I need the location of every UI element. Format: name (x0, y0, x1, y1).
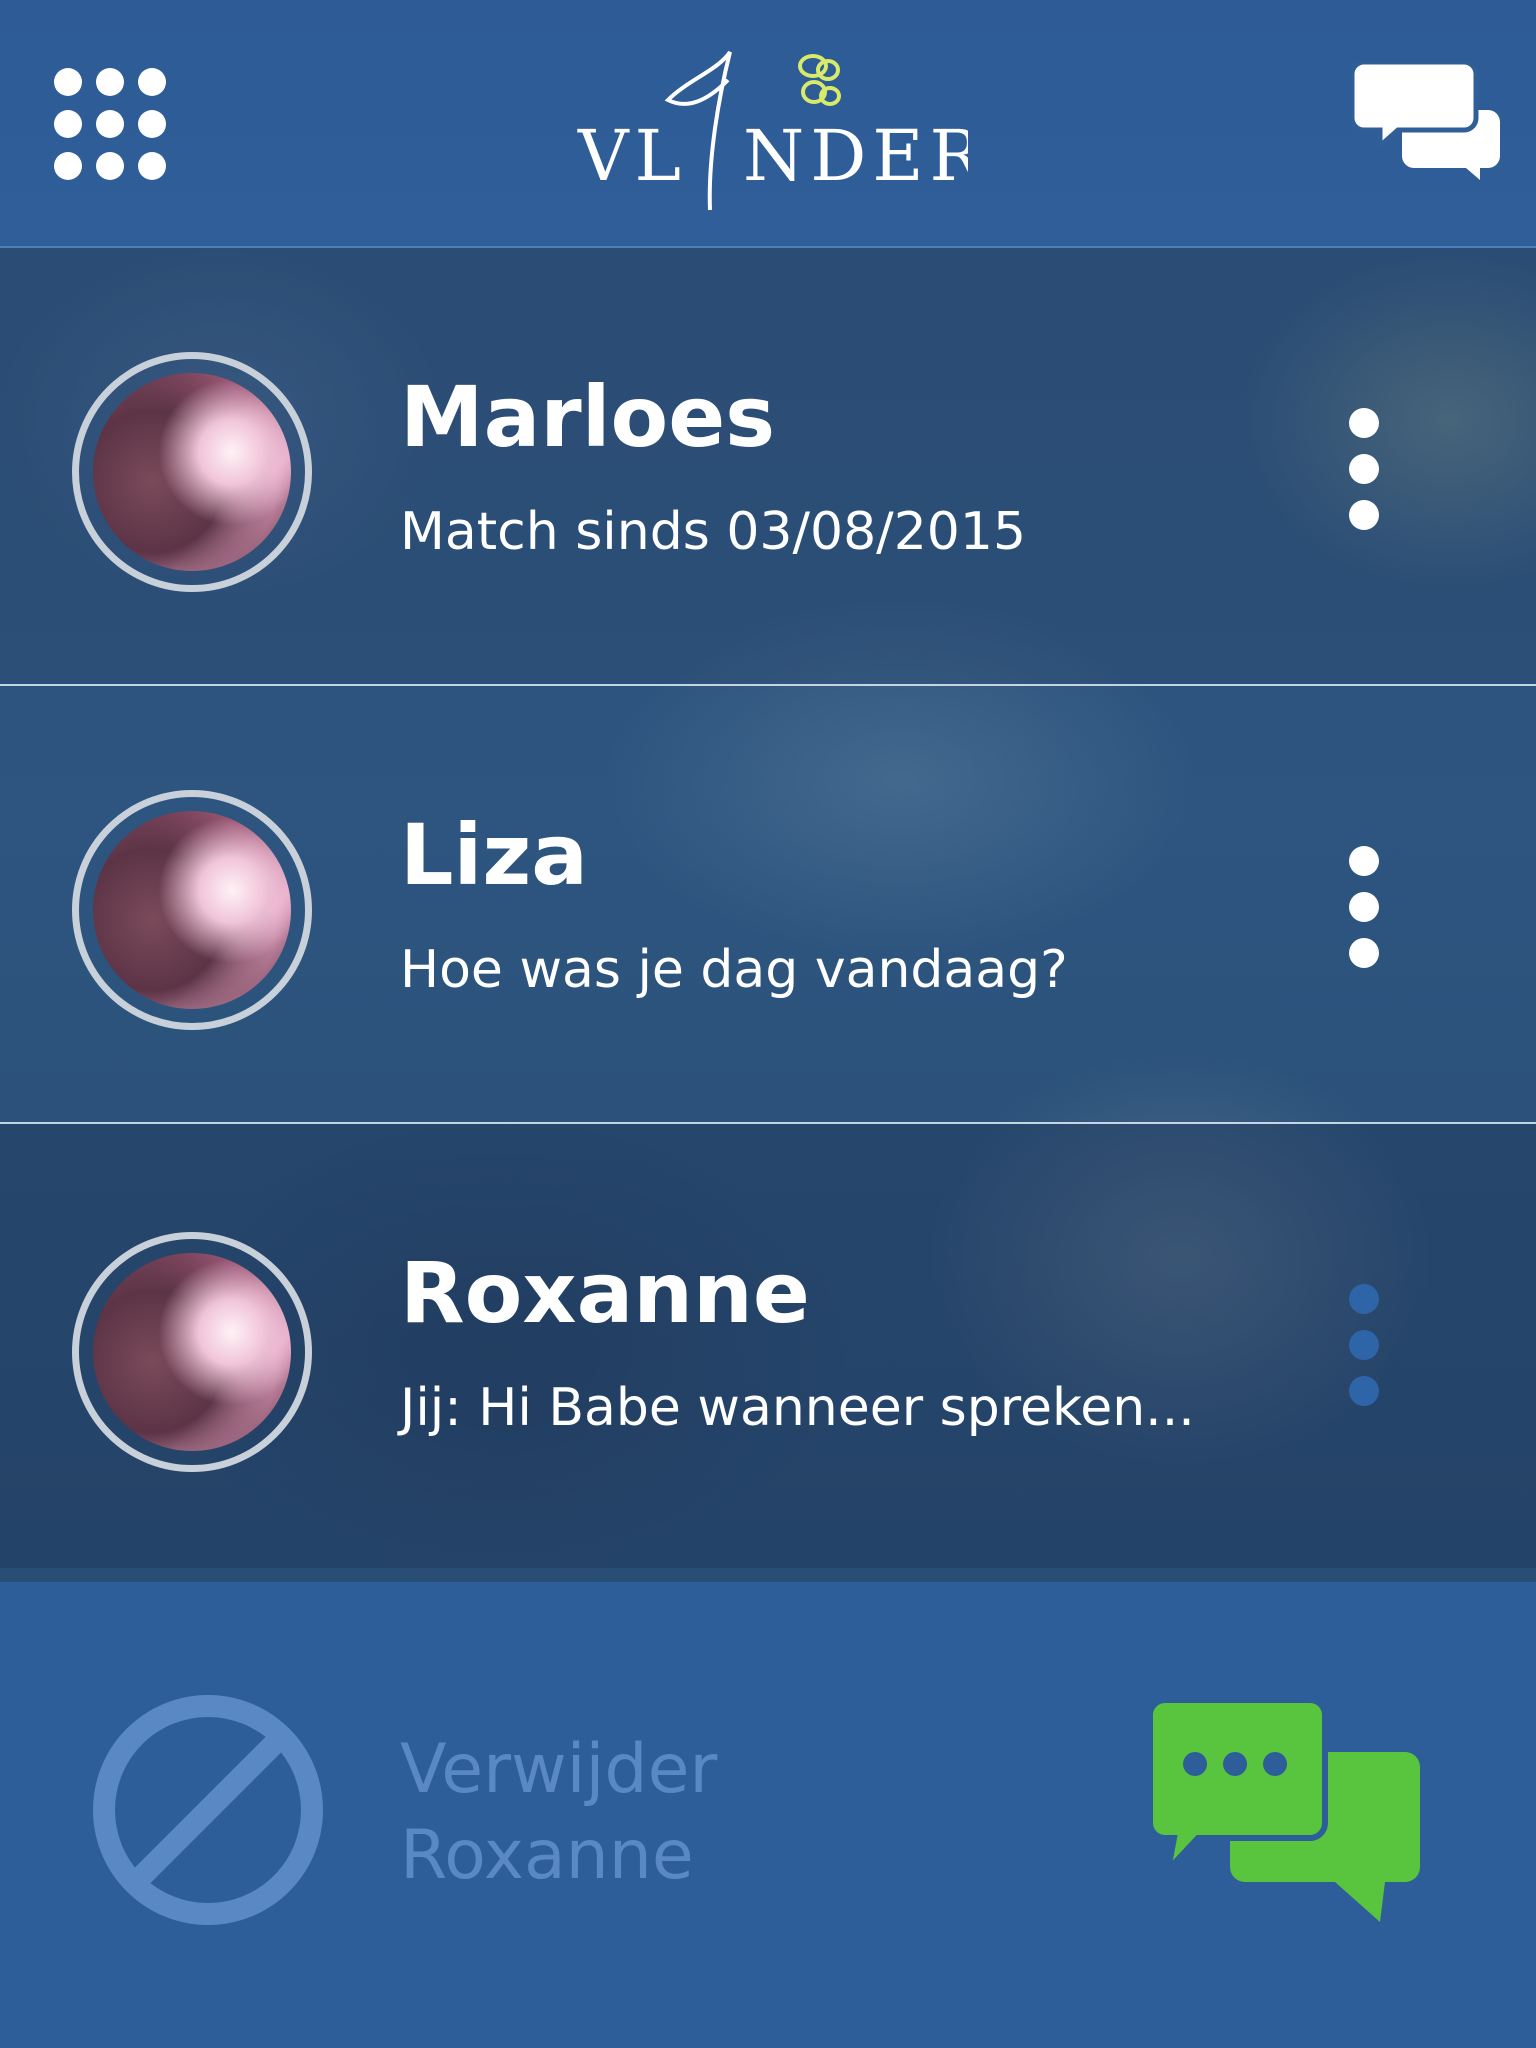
match-subtitle: Match sinds 03/08/2015 (400, 502, 1027, 562)
grid-menu-icon[interactable] (50, 64, 170, 184)
screen: VL NDER Marloes Match sinds 03/08/2015 L… (0, 0, 1536, 2048)
match-action-bar: Verwijder Roxanne (0, 1582, 1536, 2048)
match-subtitle: Hoe was je dag vandaag? (400, 940, 1068, 1000)
match-list: Marloes Match sinds 03/08/2015 Liza Hoe … (0, 248, 1536, 1568)
avatar (72, 352, 312, 592)
match-name: Roxanne (400, 1244, 810, 1342)
remove-match-button[interactable]: Verwijder Roxanne (400, 1727, 717, 1899)
more-options-icon[interactable] (1344, 846, 1384, 976)
more-options-icon[interactable] (1344, 1284, 1384, 1414)
vlinder-logo: VL NDER (577, 50, 968, 211)
svg-text:NDER: NDER (743, 115, 968, 197)
match-row-liza[interactable]: Liza Hoe was je dag vandaag? (0, 686, 1536, 1124)
avatar (72, 790, 312, 1030)
chat-bubbles-icon[interactable] (1145, 1700, 1420, 1925)
match-name: Marloes (400, 368, 776, 466)
svg-text:VL: VL (577, 115, 687, 197)
more-options-icon[interactable] (1344, 408, 1384, 538)
match-row-roxanne[interactable]: Roxanne Jij: Hi Babe wanneer spreken... (0, 1124, 1536, 1568)
block-icon[interactable] (90, 1692, 326, 1928)
app-header: VL NDER (0, 0, 1536, 248)
match-name: Liza (400, 806, 588, 904)
remove-label-line1: Verwijder (400, 1730, 718, 1809)
butterfly-icon (798, 54, 841, 106)
avatar (72, 1232, 312, 1472)
chat-bubbles-icon[interactable] (1352, 62, 1502, 180)
remove-label-line2: Roxanne (400, 1816, 694, 1895)
match-subtitle: Jij: Hi Babe wanneer spreken... (400, 1378, 1195, 1438)
match-row-marloes[interactable]: Marloes Match sinds 03/08/2015 (0, 248, 1536, 686)
